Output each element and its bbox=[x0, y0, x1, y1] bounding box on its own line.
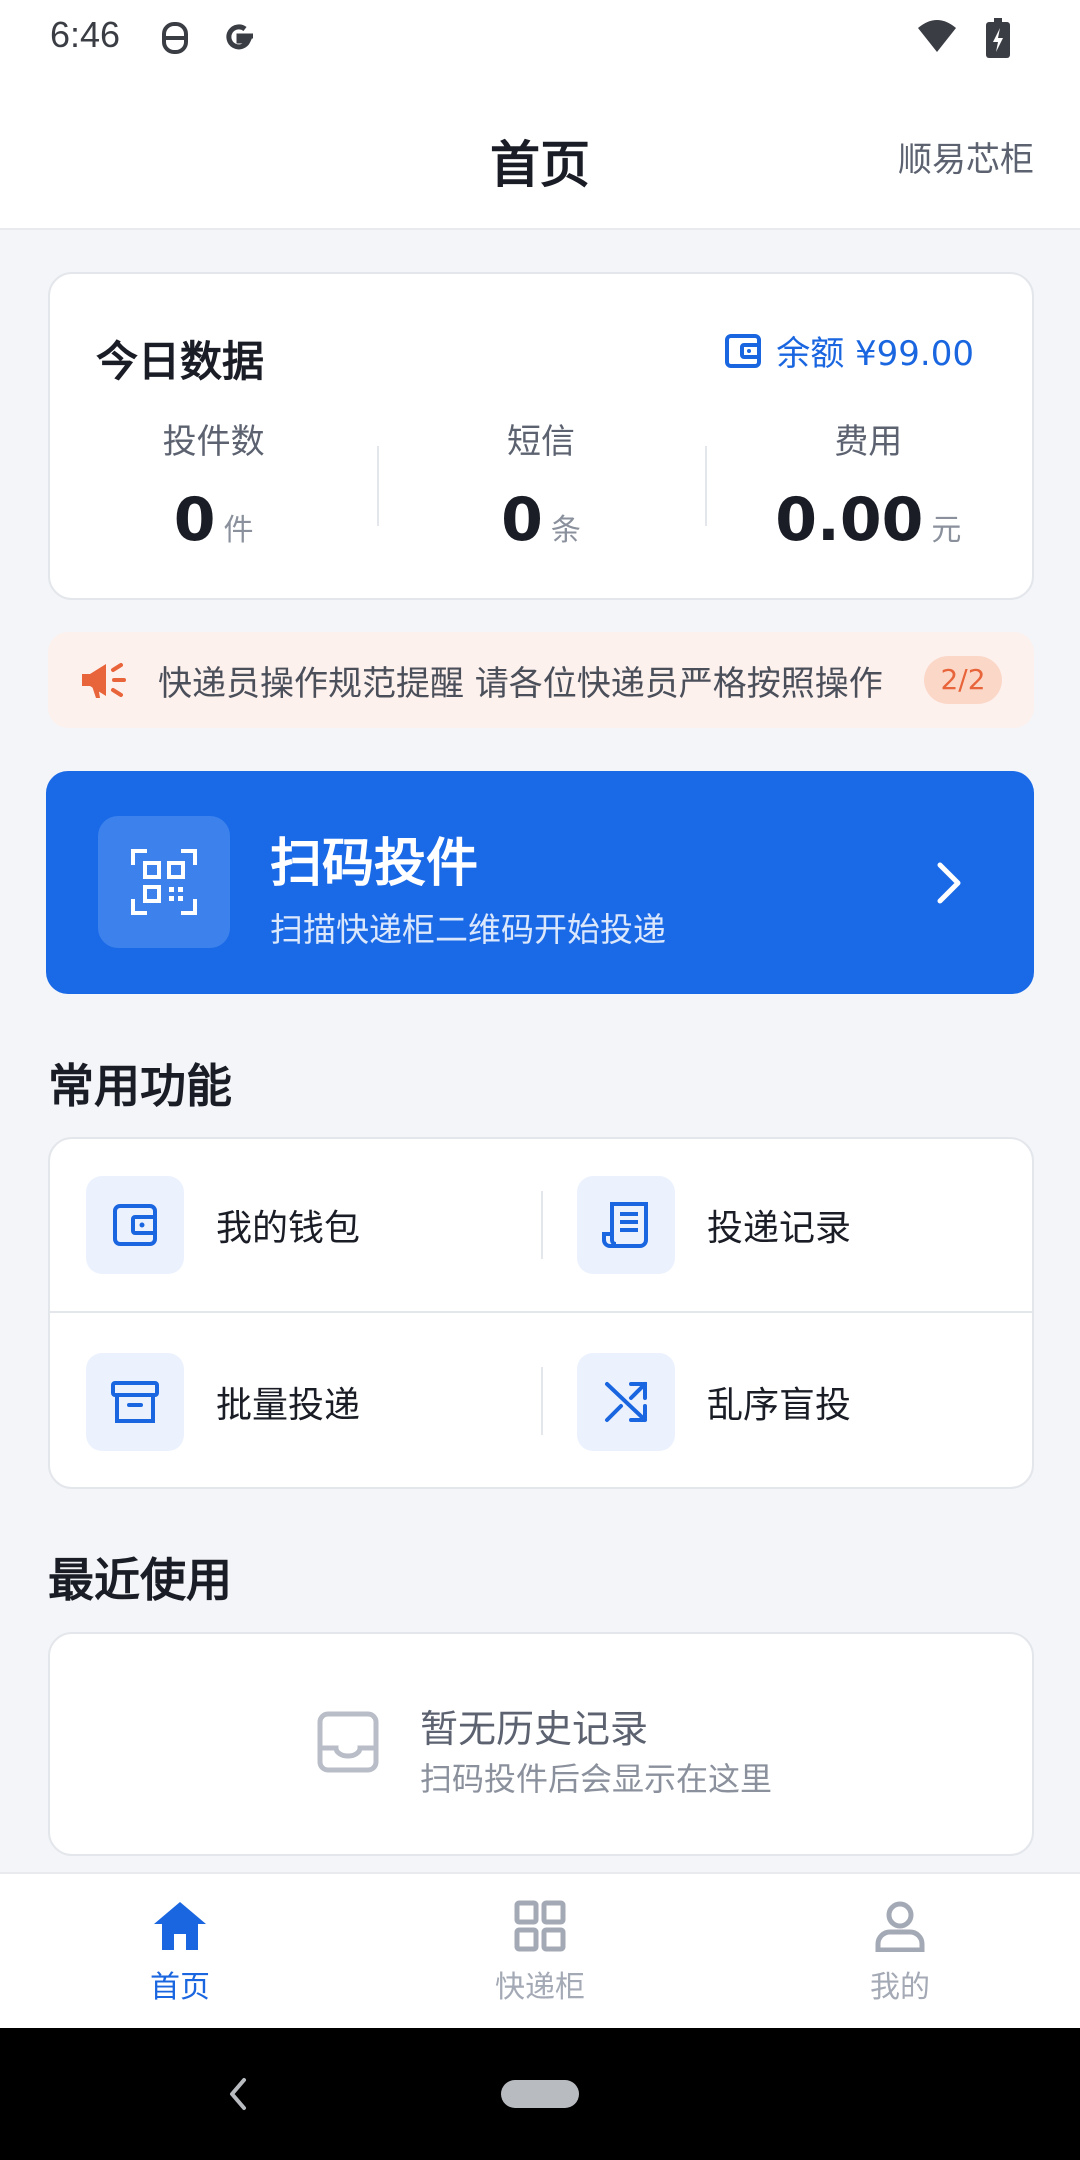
today-stats: 投件数 0件 短信 0条 费用 0.00 元 bbox=[50, 414, 1032, 555]
tab-label: 首页 bbox=[150, 1970, 210, 2005]
scan-subtitle: 扫描快递柜二维码开始投递 bbox=[270, 910, 666, 949]
app-header: 首页 顺易芯柜 bbox=[0, 80, 1080, 230]
stat-label: 短信 bbox=[506, 422, 575, 462]
func-label: 投递记录 bbox=[707, 1208, 852, 1249]
scan-icon-box bbox=[98, 816, 230, 948]
func-delivery-records[interactable]: 投递记录 bbox=[541, 1139, 1032, 1311]
stat-label: 费用 bbox=[834, 422, 903, 462]
func-wallet[interactable]: 我的钱包 bbox=[50, 1139, 541, 1311]
megaphone-icon bbox=[82, 663, 126, 698]
grid-icon bbox=[514, 1900, 566, 1952]
balance-link[interactable]: 余额 ¥99.00 bbox=[724, 326, 974, 375]
tab-label: 我的 bbox=[870, 1970, 930, 2005]
home-pill[interactable] bbox=[501, 2080, 579, 2108]
today-data-card: 今日数据 余额 ¥99.00 投件数 0件 短信 0条 费用 0.00 元 bbox=[48, 272, 1034, 600]
notice-text: 快递员操作规范提醒 请各位快递员严格按照操作 bbox=[158, 664, 883, 704]
qr-scan-icon bbox=[131, 849, 197, 915]
wallet-icon bbox=[113, 1204, 157, 1246]
status-time: 6:46 bbox=[50, 14, 121, 55]
bottom-nav: 首页 快递柜 我的 bbox=[0, 1872, 1080, 2028]
user-icon bbox=[875, 1901, 925, 1952]
recent-section-title: 最近使用 bbox=[48, 1553, 232, 1607]
stat-value: 0 bbox=[173, 485, 216, 555]
stat-label: 投件数 bbox=[162, 422, 265, 462]
battery-icon bbox=[986, 18, 1010, 58]
func-random-delivery[interactable]: 乱序盲投 bbox=[541, 1315, 1032, 1489]
notification-app-icon bbox=[162, 22, 188, 54]
stat-unit: 件 bbox=[223, 513, 254, 548]
scan-delivery-button[interactable]: 扫码投件 扫描快递柜二维码开始投递 bbox=[46, 771, 1034, 994]
empty-subtitle: 扫码投件后会显示在这里 bbox=[420, 1760, 773, 1798]
status-bar: 6:46 bbox=[0, 0, 1080, 80]
inbox-empty-icon bbox=[317, 1711, 379, 1773]
shuffle-icon bbox=[605, 1382, 647, 1422]
tab-label: 快递柜 bbox=[495, 1970, 585, 2005]
notice-page-badge: 2/2 bbox=[924, 656, 1002, 704]
stat-unit: 条 bbox=[550, 513, 581, 548]
func-label: 我的钱包 bbox=[216, 1208, 361, 1249]
stat-value: 0 bbox=[501, 485, 543, 555]
stat-unit: 元 bbox=[931, 513, 962, 548]
tab-profile[interactable]: 我的 bbox=[720, 1874, 1080, 2028]
back-icon[interactable] bbox=[226, 2074, 250, 2114]
google-icon bbox=[226, 24, 253, 50]
home-icon bbox=[154, 1902, 206, 1950]
chevron-right-icon bbox=[937, 862, 961, 904]
stat-fee: 费用 0.00 元 bbox=[704, 414, 1032, 555]
receipt-icon bbox=[602, 1202, 648, 1248]
today-data-title: 今日数据 bbox=[96, 337, 265, 386]
func-label: 乱序盲投 bbox=[707, 1385, 852, 1426]
stat-deliveries: 投件数 0件 bbox=[50, 414, 377, 555]
empty-title: 暂无历史记录 bbox=[420, 1707, 649, 1751]
archive-box-icon bbox=[111, 1381, 159, 1423]
functions-card: 我的钱包 投递记录 批量投递 乱序盲投 bbox=[48, 1137, 1034, 1489]
scan-title: 扫码投件 bbox=[270, 834, 479, 894]
wifi-icon bbox=[918, 20, 956, 52]
tab-lockers[interactable]: 快递柜 bbox=[360, 1874, 720, 2028]
notice-bar[interactable]: 快递员操作规范提醒 请各位快递员严格按照操作 2/2 bbox=[48, 632, 1034, 728]
system-nav-bar bbox=[0, 2028, 1080, 2160]
func-label: 批量投递 bbox=[216, 1385, 361, 1426]
wallet-icon bbox=[725, 333, 762, 368]
brand-label[interactable]: 顺易芯柜 bbox=[898, 132, 1034, 181]
recent-card: 暂无历史记录 扫码投件后会显示在这里 bbox=[48, 1632, 1034, 1856]
functions-section-title: 常用功能 bbox=[48, 1059, 232, 1113]
tab-home[interactable]: 首页 bbox=[0, 1874, 360, 2028]
func-batch-delivery[interactable]: 批量投递 bbox=[50, 1315, 541, 1489]
stat-sms: 短信 0条 bbox=[377, 414, 704, 555]
stat-value: 0.00 bbox=[775, 485, 924, 555]
balance-text: 余额 ¥99.00 bbox=[776, 334, 974, 374]
